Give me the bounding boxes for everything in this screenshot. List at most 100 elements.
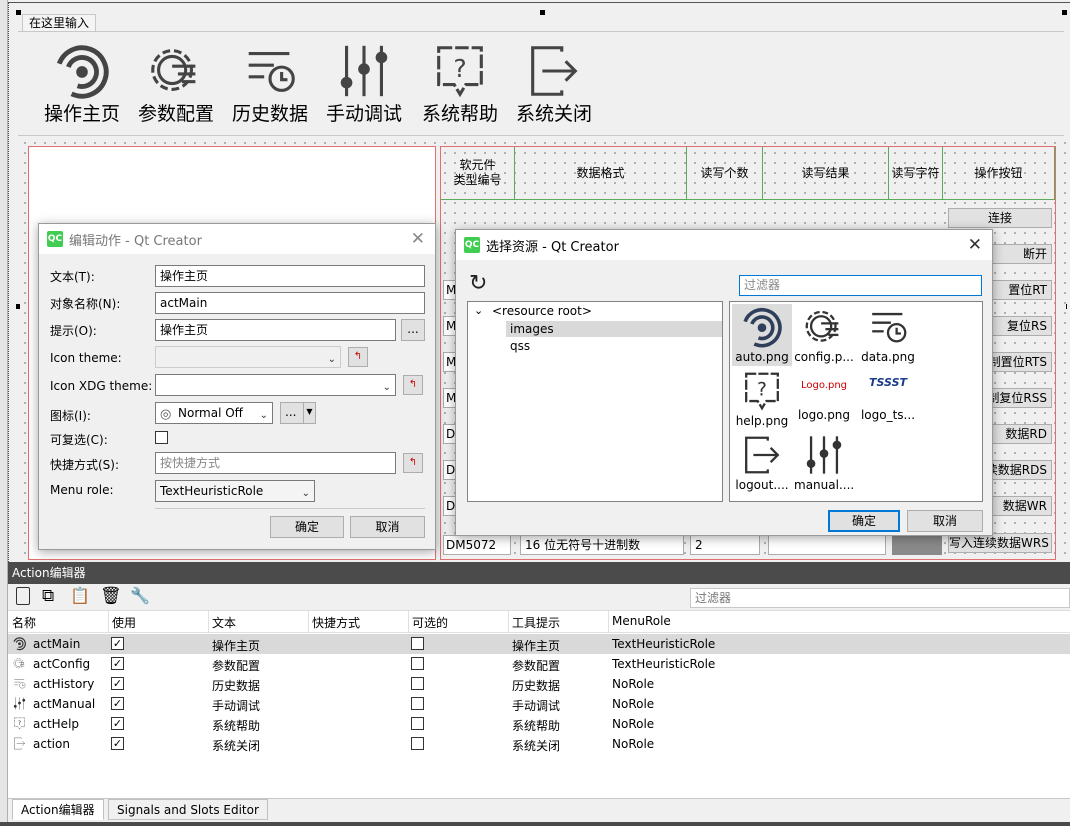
used-checkbox[interactable]: ✓ [111,677,124,690]
tree-item-images[interactable]: images [506,321,722,337]
used-checkbox[interactable]: ✓ [111,697,124,710]
tooltip-input[interactable]: 操作主页 [155,319,396,341]
menu-role-combo[interactable]: TextHeuristicRole ⌄ [155,480,315,502]
delete-icon[interactable]: 🗑 [100,587,122,605]
tooltip-more-button[interactable]: ... [401,319,425,341]
action-name: action [33,737,70,751]
tab-signals-slots[interactable]: Signals and Slots Editor [108,799,268,820]
used-checkbox[interactable]: ✓ [111,737,124,750]
action-column-header[interactable]: 可选的 [412,614,448,631]
checkable-checkbox[interactable] [411,697,424,710]
toolbar-button-4[interactable]: ? 系统帮助 [412,40,508,132]
checkable-checkbox[interactable] [155,431,168,444]
resource-file-item[interactable]: Logo.png logo.png [794,368,854,430]
checkable-label: 可复选(C): [50,433,108,447]
configure-icon[interactable]: 🔧 [130,587,150,605]
dropdown-arrow-icon[interactable]: ▼ [303,403,315,423]
svg-text:?: ? [453,54,466,83]
checkable-checkbox[interactable] [411,737,424,750]
resource-file-item[interactable]: config.p... [794,304,854,366]
menu-role-value: TextHeuristicRole [160,484,264,498]
tab-action-editor[interactable]: Action编辑器 [12,799,104,820]
used-checkbox[interactable]: ✓ [111,657,124,670]
icon-xdg-combo[interactable]: ⌄ [155,374,396,396]
checkable-checkbox[interactable] [411,677,424,690]
icon-theme-label: Icon theme: [50,351,122,365]
last-row-count[interactable]: 2 [690,535,760,555]
svg-text:?: ? [757,379,767,400]
reset-icon[interactable]: ↰ [348,347,368,367]
used-checkbox[interactable]: ✓ [111,717,124,730]
shortcut-input[interactable]: 按快捷方式 [155,452,396,474]
action-row[interactable]: actConfig ✓ 参数配置 参数配置 TextHeuristicRole [8,654,1070,674]
action-column-header[interactable]: 文本 [212,614,236,631]
toolbar-button-1[interactable]: 参数配置 [128,40,224,132]
resource-file-item[interactable]: ? help.png [732,368,792,430]
selection-handle[interactable] [1062,10,1067,15]
icon-state-combo[interactable]: ◎ Normal Off ⌄ [155,402,273,424]
checkable-checkbox[interactable] [411,637,424,650]
object-name-input[interactable]: actMain [155,292,425,314]
cancel-button[interactable]: 取消 [350,516,425,538]
toolbar-button-3[interactable]: 手动调试 [316,40,412,132]
table-action-button[interactable]: 写入连续数据WRS [948,533,1052,553]
used-checkbox[interactable]: ✓ [111,637,124,650]
text-input[interactable]: 操作主页 [155,265,425,287]
action-row[interactable]: action ✓ 系统关闭 系统关闭 NoRole [8,734,1070,754]
resource-file-item[interactable]: auto.png [732,304,792,366]
tree-item-qss[interactable]: qss [510,339,530,353]
icon-choose-button[interactable]: ... ▼ [280,402,316,424]
action-menu-role: TextHeuristicRole [612,657,716,671]
resource-tree[interactable]: ⌄ <resource root> images qss [467,301,723,502]
last-row-format[interactable]: 16 位无符号十进制数 [520,535,684,555]
filter-input[interactable]: 过滤器 [739,275,982,296]
action-row[interactable]: actMain ✓ 操作主页 操作主页 TextHeuristicRole [8,634,1070,654]
toolbar-button-0[interactable]: 操作主页 [34,40,130,132]
action-column-header[interactable]: 使用 [112,614,136,631]
toolbar-button-label: 操作主页 [43,103,120,125]
resource-file-item[interactable]: data.png [858,304,918,366]
resource-file-item[interactable]: logout.... [732,432,792,494]
refresh-icon[interactable]: ↻ [469,273,487,295]
tree-item-root[interactable]: <resource root> [492,304,592,318]
close-icon[interactable]: ✕ [411,229,425,249]
close-icon[interactable]: ✕ [968,235,982,255]
resource-file-item[interactable]: manual.... [794,432,854,494]
action-column-header[interactable]: MenuRole [612,614,671,628]
checkable-checkbox[interactable] [411,657,424,670]
chevron-down-icon[interactable]: ⌄ [474,304,483,317]
checkable-checkbox[interactable] [411,717,424,730]
cancel-button[interactable]: 取消 [907,510,983,532]
table-action-button[interactable]: 连接 [948,208,1052,228]
action-filter-input[interactable]: 过滤器 [690,588,1070,608]
action-column-header[interactable]: 快捷方式 [312,614,360,631]
resource-file-item[interactable]: TSSST logo_ts... [858,368,918,430]
logo-image: Logo.png [800,380,847,391]
icon-theme-combo[interactable]: ⌄ [155,346,341,368]
paste-icon[interactable]: 📋 [70,587,90,605]
row-type-label[interactable]: DM5072 [443,535,511,555]
copy-icon[interactable]: ⧉ [42,587,54,605]
action-column-header[interactable]: 名称 [12,614,36,631]
toolbar-button-5[interactable]: 系统关闭 [506,40,602,132]
reset-icon[interactable]: ↰ [403,453,423,473]
new-action-icon[interactable] [16,587,30,605]
action-text: 历史数据 [212,679,261,693]
logo-ts-image: TSSST [869,376,907,389]
action-name: actMain [33,637,81,651]
ok-button[interactable]: 确定 [270,516,344,538]
action-row[interactable]: actHistory ✓ 历史数据 历史数据 NoRole [8,674,1070,694]
selection-handle[interactable] [540,10,545,15]
toolbar-button-2[interactable]: 历史数据 [222,40,318,132]
action-menu-role: NoRole [612,697,655,711]
action-row[interactable]: ? actHelp ✓ 系统帮助 系统帮助 NoRole [8,714,1070,734]
gear-icon [128,40,224,102]
reset-icon[interactable]: ↰ [403,375,423,395]
selection-handle[interactable] [16,10,21,15]
resource-file-list[interactable]: auto.png config.p... data.png? help.png Logo… [729,301,983,502]
sliders-icon [12,696,27,714]
action-row[interactable]: actManual ✓ 手动调试 手动调试 NoRole [8,694,1070,714]
action-column-header[interactable]: 工具提示 [512,614,560,631]
menubar-type-here[interactable]: 在这里输入 [22,14,97,31]
ok-button[interactable]: 确定 [828,510,900,532]
